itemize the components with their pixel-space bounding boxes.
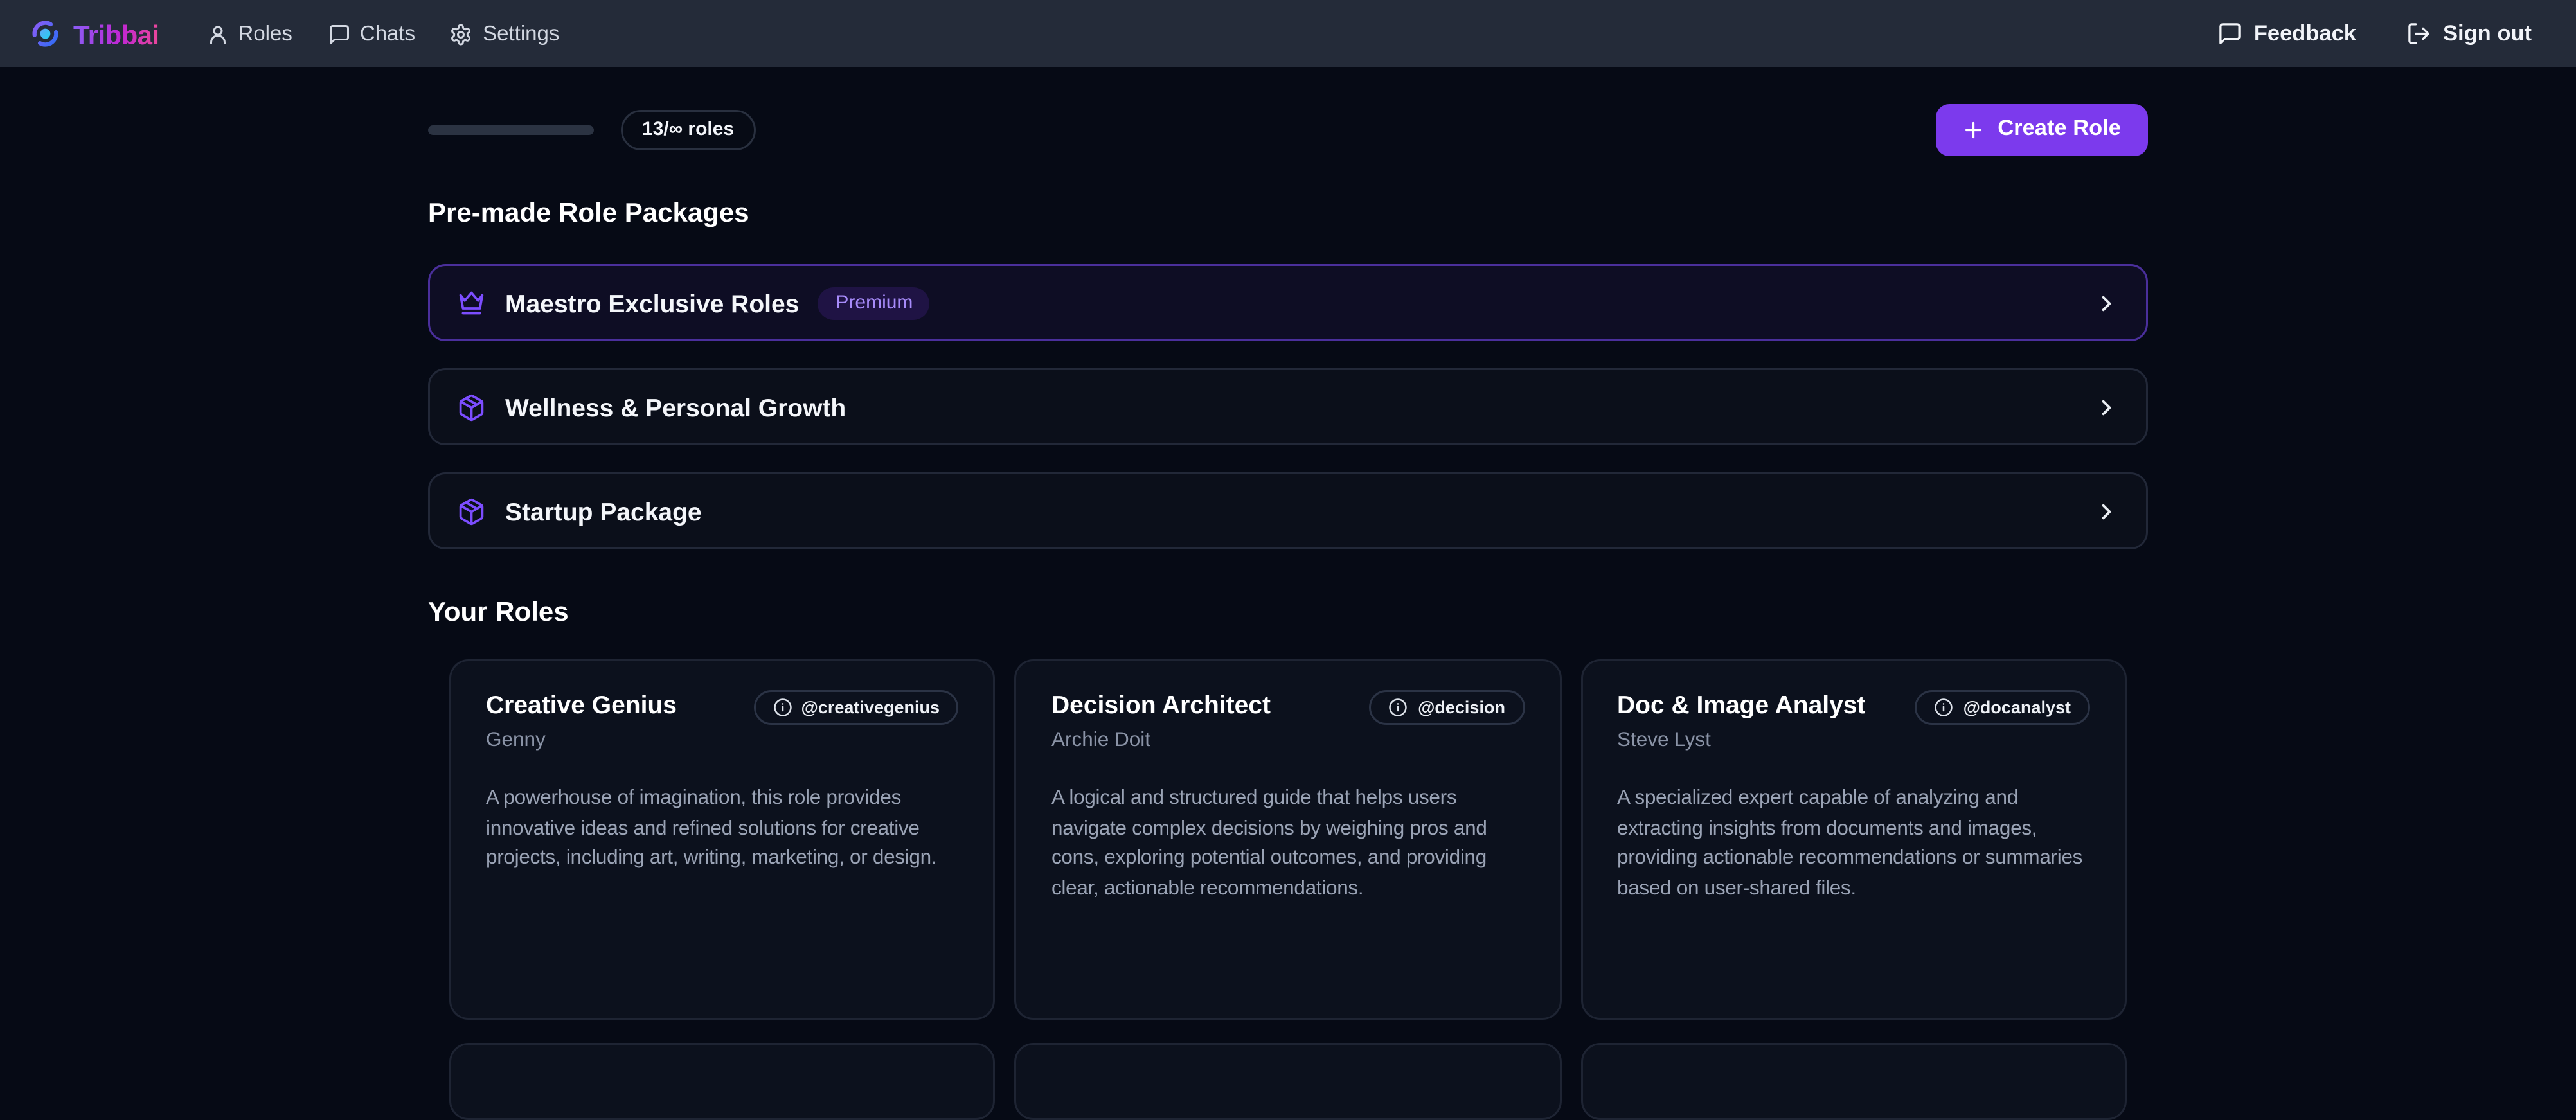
package-label: Maestro Exclusive Roles <box>505 289 799 317</box>
role-card-stub[interactable] <box>1015 1043 1561 1120</box>
card-header: Creative Genius Genny @creativegenius <box>486 690 959 752</box>
role-title: Decision Architect <box>1051 690 1271 719</box>
card-title-block: Doc & Image Analyst Steve Lyst <box>1617 690 1866 752</box>
feedback-label: Feedback <box>2254 22 2356 46</box>
your-roles-heading: Your Roles <box>428 596 2148 627</box>
role-card-doc-image-analyst[interactable]: Doc & Image Analyst Steve Lyst @docanaly… <box>1580 659 2127 1020</box>
user-icon <box>206 22 229 46</box>
role-handle-badge[interactable]: @docanalyst <box>1915 690 2090 725</box>
role-handle: @docanalyst <box>1963 698 2071 717</box>
role-card-decision-architect[interactable]: Decision Architect Archie Doit @decision… <box>1015 659 1561 1020</box>
roles-toolbar: 13/∞ roles Create Role <box>428 102 2148 156</box>
top-navbar: Tribbai Roles Chats Settings <box>0 0 2576 67</box>
role-subtitle: Genny <box>486 729 677 752</box>
nav-right: Feedback Sign out <box>2217 21 2532 46</box>
card-title-block: Decision Architect Archie Doit <box>1051 690 1271 752</box>
card-header: Doc & Image Analyst Steve Lyst @docanaly… <box>1617 690 2090 752</box>
package-row-wellness[interactable]: Wellness & Personal Growth <box>428 368 2148 445</box>
role-handle-badge[interactable]: @decision <box>1370 690 1525 725</box>
plus-icon <box>1963 119 1984 140</box>
tribbai-logo-icon <box>31 19 60 48</box>
packages-heading: Pre-made Role Packages <box>428 197 2148 227</box>
package-list: Maestro Exclusive Roles Premium Wellness… <box>428 264 2148 549</box>
role-handle: @creativegenius <box>801 698 940 717</box>
nav-item-roles[interactable]: Roles <box>206 22 292 46</box>
signout-button[interactable]: Sign out <box>2406 21 2532 46</box>
feedback-bubble-icon <box>2217 21 2242 46</box>
crown-icon <box>457 289 486 317</box>
chat-bubble-icon <box>327 22 350 46</box>
nav-item-settings[interactable]: Settings <box>450 22 559 46</box>
info-icon <box>1935 698 1954 717</box>
info-icon <box>1389 698 1408 717</box>
role-handle: @decision <box>1418 698 1505 717</box>
role-card-stub[interactable] <box>1580 1043 2127 1120</box>
card-title-block: Creative Genius Genny <box>486 690 677 752</box>
nav-item-label: Roles <box>238 22 292 46</box>
signout-label: Sign out <box>2443 22 2532 46</box>
role-subtitle: Steve Lyst <box>1617 729 1866 752</box>
role-title: Doc & Image Analyst <box>1617 690 1866 719</box>
role-description: A logical and structured guide that help… <box>1051 785 1525 904</box>
role-description: A powerhouse of imagination, this role p… <box>486 785 959 875</box>
app-root: Tribbai Roles Chats Settings <box>0 0 2576 1053</box>
package-icon <box>457 393 486 422</box>
role-handle-badge[interactable]: @creativegenius <box>753 690 959 725</box>
role-description: A specialized expert capable of analyzin… <box>1617 785 2090 904</box>
package-row-startup[interactable]: Startup Package <box>428 472 2148 549</box>
package-label: Startup Package <box>505 497 702 526</box>
role-subtitle: Archie Doit <box>1051 729 1271 752</box>
roles-count-badge: 13/∞ roles <box>621 109 755 150</box>
nav-item-label: Settings <box>483 22 559 46</box>
package-icon <box>457 497 486 526</box>
sign-out-icon <box>2406 21 2431 46</box>
package-row-maestro[interactable]: Maestro Exclusive Roles Premium <box>428 264 2148 341</box>
create-role-label: Create Role <box>1998 118 2121 141</box>
brand-name: Tribbai <box>73 19 159 49</box>
card-header: Decision Architect Archie Doit @decision <box>1051 690 1525 752</box>
main-nav: Roles Chats Settings <box>206 22 560 46</box>
role-card-grid-next-row <box>449 1043 2127 1120</box>
role-title: Creative Genius <box>486 690 677 719</box>
package-label: Wellness & Personal Growth <box>505 393 846 422</box>
chevron-right-icon <box>2094 395 2119 420</box>
main-content: 13/∞ roles Create Role Pre-made Role Pac… <box>428 102 2148 1120</box>
nav-item-label: Chats <box>360 22 415 46</box>
role-card-creative-genius[interactable]: Creative Genius Genny @creativegenius A … <box>449 659 996 1020</box>
create-role-button[interactable]: Create Role <box>1936 103 2148 156</box>
role-card-stub[interactable] <box>449 1043 996 1120</box>
premium-badge: Premium <box>818 287 930 319</box>
info-icon <box>773 698 792 717</box>
roles-progress-bar <box>428 125 594 134</box>
gear-icon <box>450 22 473 46</box>
role-card-grid: Creative Genius Genny @creativegenius A … <box>449 659 2127 1020</box>
brand[interactable]: Tribbai <box>31 19 159 49</box>
chevron-right-icon <box>2094 290 2119 316</box>
nav-item-chats[interactable]: Chats <box>327 22 415 46</box>
feedback-button[interactable]: Feedback <box>2217 21 2356 46</box>
chevron-right-icon <box>2094 499 2119 524</box>
